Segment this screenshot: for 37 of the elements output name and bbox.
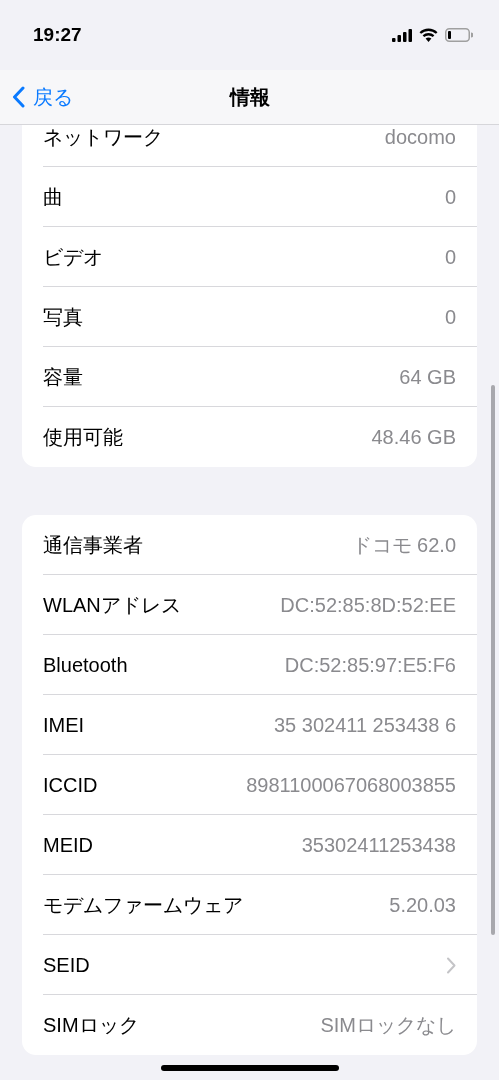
row-value: 5.20.03: [389, 893, 456, 918]
row-label: 写真: [43, 305, 83, 330]
row-label: WLANアドレス: [43, 593, 181, 618]
row-value: DC:52:85:97:E5:F6: [284, 653, 456, 678]
row-label: 曲: [43, 185, 63, 210]
back-button[interactable]: 戻る: [12, 82, 73, 112]
row-label: SIMロック: [43, 1013, 139, 1038]
row-label: ビデオ: [43, 245, 103, 270]
battery-icon: [445, 28, 473, 42]
row-value: ドコモ 62.0: [351, 533, 456, 558]
nav-title: 情報: [229, 85, 270, 110]
row-label: モデムファームウェア: [43, 893, 243, 918]
row-label: Bluetooth: [43, 653, 128, 678]
status-time: 19:27: [33, 22, 82, 47]
signal-icon: [392, 28, 412, 42]
row-value: 0: [444, 245, 456, 270]
row-label: 通信事業者: [43, 533, 143, 558]
row-label: 容量: [43, 365, 83, 390]
row-label: SEID: [43, 953, 90, 978]
row-value: 35 302411 253438 6: [273, 713, 456, 738]
row-value: 8981100067068003855: [246, 773, 456, 798]
row-label: ネットワーク: [43, 125, 163, 150]
row-value: docomo: [384, 125, 456, 150]
row-label: MEID: [43, 833, 93, 858]
chevron-left-icon: [12, 86, 25, 108]
row-label: IMEI: [43, 713, 85, 738]
row-value: 48.46 GB: [371, 425, 456, 450]
row-value: DC:52:85:8D:52:EE: [280, 593, 456, 618]
row-label: 使用可能: [43, 425, 123, 450]
row-value: 35302411253438: [301, 833, 456, 858]
row-value: SIMロックなし: [320, 1013, 456, 1038]
row-value: 0: [444, 185, 456, 210]
row-value: 0: [444, 305, 456, 330]
chevron-right-icon[interactable]: [446, 956, 456, 974]
wifi-icon: [419, 28, 438, 42]
row-value: 64 GB: [399, 365, 456, 390]
row-label: ICCID: [43, 773, 98, 798]
